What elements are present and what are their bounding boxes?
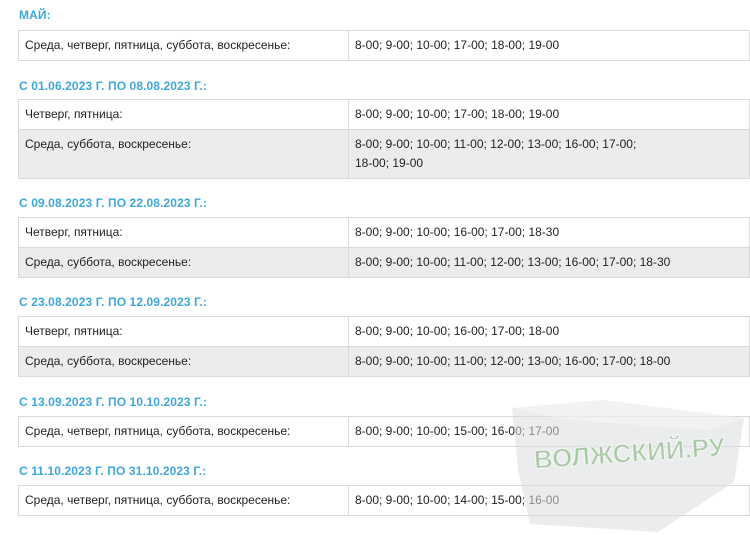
section-title-sep-oct: С 13.09.2023 Г. ПО 10.10.2023 Г.: [19, 395, 207, 409]
days-cell: Четверг, пятница: [18, 99, 349, 130]
days-cell: Четверг, пятница: [18, 316, 349, 347]
times-cell: 8-00; 9-00; 10-00; 16-00; 17-00; 18-30 [348, 217, 750, 248]
table-row: Среда, суббота, воскресенье: 8-00; 9-00;… [18, 247, 750, 278]
table-row: Среда, суббота, воскресенье: 8-00; 9-00;… [18, 129, 750, 179]
days-cell: Четверг, пятница: [18, 217, 349, 248]
section-title-aug-sep: С 23.08.2023 Г. ПО 12.09.2023 Г.: [19, 295, 207, 309]
days-cell: Среда, суббота, воскресенье: [18, 247, 349, 278]
schedule-table-sep-oct: Среда, четверг, пятница, суббота, воскре… [18, 416, 750, 447]
days-cell: Среда, четверг, пятница, суббота, воскре… [18, 416, 349, 447]
times-cell: 8-00; 9-00; 10-00; 11-00; 12-00; 13-00; … [348, 346, 750, 377]
table-row: Среда, четверг, пятница, суббота, воскре… [18, 30, 750, 61]
section-title-may: МАЙ: [19, 8, 51, 22]
schedule-table-may: Среда, четверг, пятница, суббота, воскре… [18, 30, 750, 61]
times-cell: 8-00; 9-00; 10-00; 11-00; 12-00; 13-00; … [348, 247, 750, 278]
schedule-table-oct: Среда, четверг, пятница, суббота, воскре… [18, 485, 750, 516]
table-row: Четверг, пятница: 8-00; 9-00; 10-00; 16-… [18, 217, 750, 248]
table-row: Четверг, пятница: 8-00; 9-00; 10-00; 17-… [18, 99, 750, 130]
schedule-table-jun-aug: Четверг, пятница: 8-00; 9-00; 10-00; 17-… [18, 99, 750, 179]
table-row: Среда, суббота, воскресенье: 8-00; 9-00;… [18, 346, 750, 377]
times-cell: 8-00; 9-00; 10-00; 16-00; 17-00; 18-00 [348, 316, 750, 347]
times-cell: 8-00; 9-00; 10-00; 11-00; 12-00; 13-00; … [348, 129, 750, 179]
days-cell: Среда, четверг, пятница, суббота, воскре… [18, 485, 349, 516]
days-cell: Среда, четверг, пятница, суббота, воскре… [18, 30, 349, 61]
table-row: Среда, четверг, пятница, суббота, воскре… [18, 416, 750, 447]
table-row: Среда, четверг, пятница, суббота, воскре… [18, 485, 750, 516]
times-cell: 8-00; 9-00; 10-00; 15-00; 16-00; 17-00 [348, 416, 750, 447]
section-title-oct: С 11.10.2023 Г. ПО 31.10.2023 Г.: [19, 464, 207, 478]
days-cell: Среда, суббота, воскресенье: [18, 346, 349, 377]
schedule-table-aug-sep: Четверг, пятница: 8-00; 9-00; 10-00; 16-… [18, 316, 750, 377]
times-line: 8-00; 9-00; 10-00; 11-00; 12-00; 13-00; … [355, 137, 637, 151]
times-cell: 8-00; 9-00; 10-00; 14-00; 15-00; 16-00 [348, 485, 750, 516]
times-cell: 8-00; 9-00; 10-00; 17-00; 18-00; 19-00 [348, 99, 750, 130]
section-title-jun-aug: С 01.06.2023 Г. ПО 08.08.2023 Г.: [19, 79, 207, 93]
schedule-table-aug-1: Четверг, пятница: 8-00; 9-00; 10-00; 16-… [18, 217, 750, 278]
table-row: Четверг, пятница: 8-00; 9-00; 10-00; 16-… [18, 316, 750, 347]
section-title-aug-1: С 09.08.2023 Г. ПО 22.08.2023 Г.: [19, 196, 207, 210]
days-cell: Среда, суббота, воскресенье: [18, 129, 349, 179]
times-cell: 8-00; 9-00; 10-00; 17-00; 18-00; 19-00 [348, 30, 750, 61]
times-line: 18-00; 19-00 [355, 156, 424, 170]
